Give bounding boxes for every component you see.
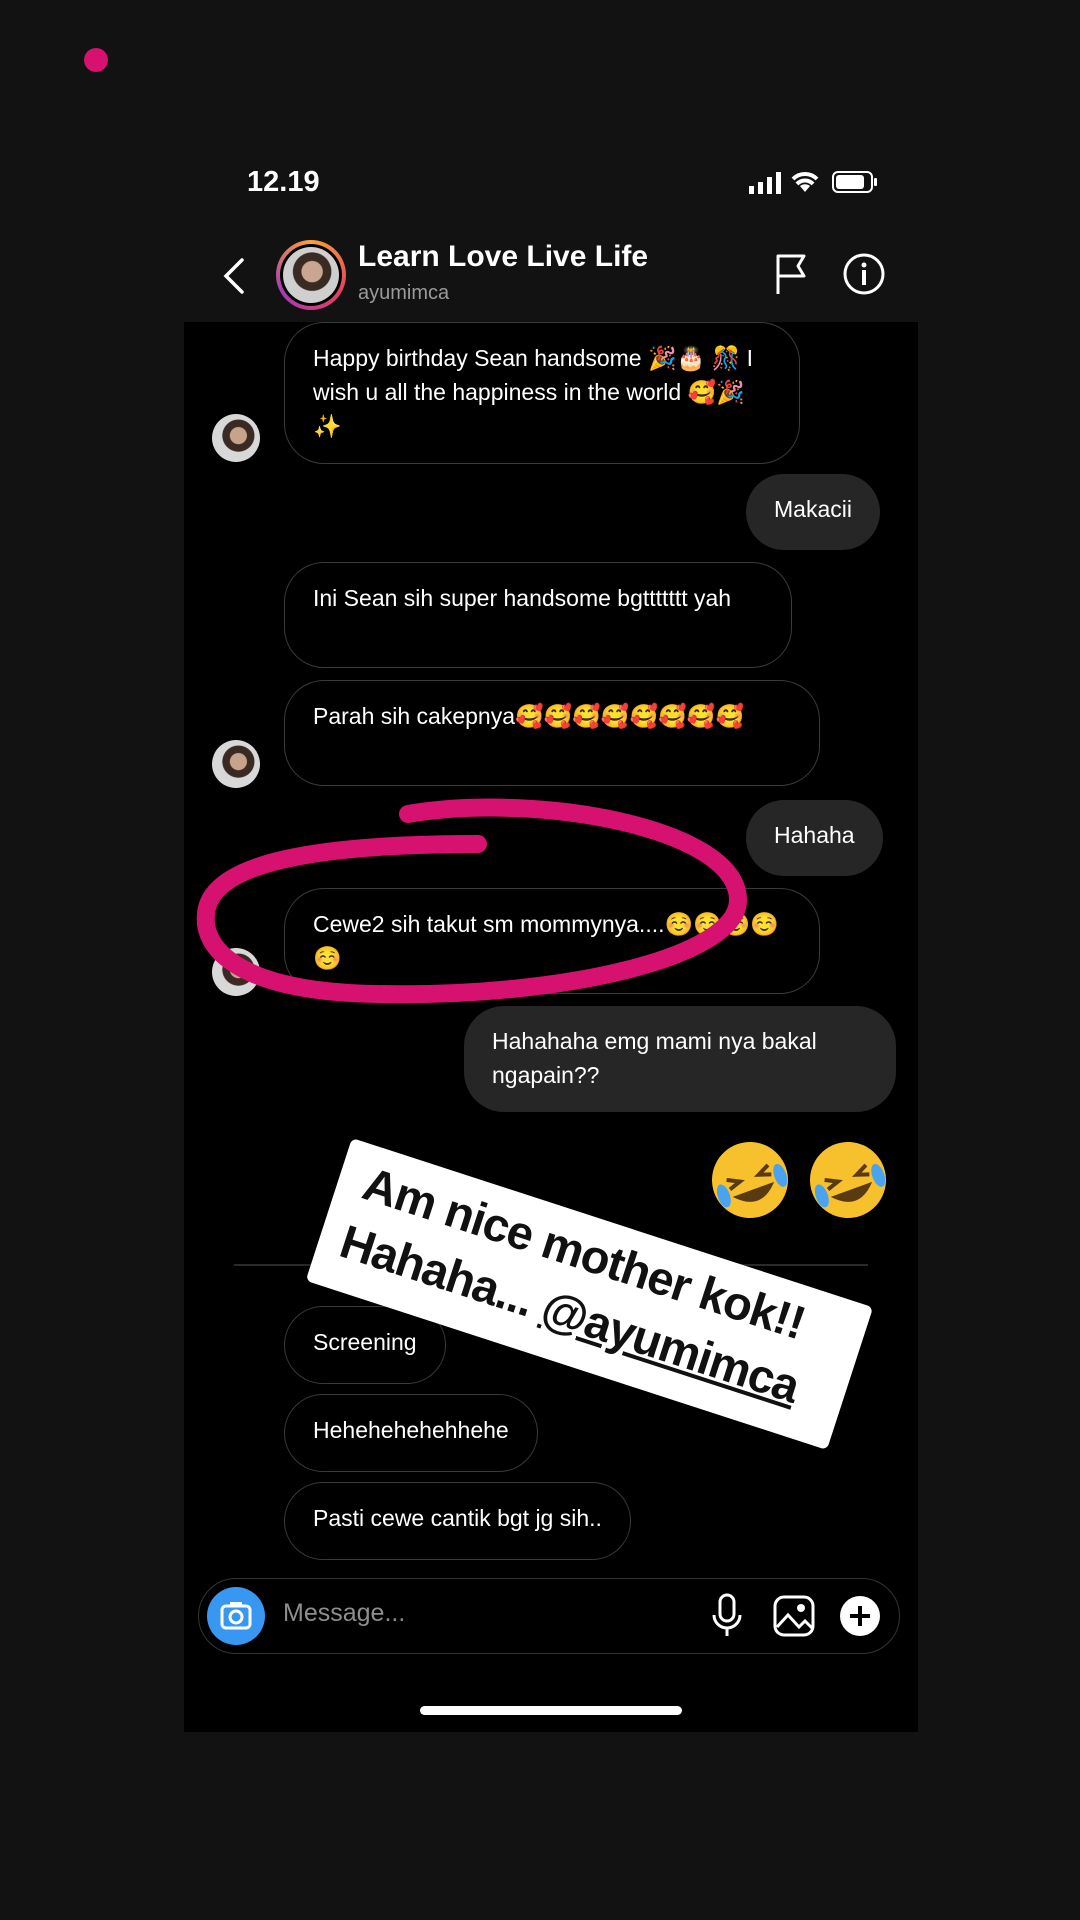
battery-icon (832, 171, 877, 193)
microphone-icon[interactable] (711, 1593, 743, 1639)
rofl-emoji (712, 1142, 788, 1218)
status-time: 12.19 (247, 166, 320, 198)
message-composer: Message... (198, 1578, 900, 1654)
sender-avatar[interactable] (212, 414, 260, 462)
message-outgoing[interactable]: Makacii (746, 474, 880, 550)
wifi-icon (791, 172, 819, 192)
back-icon[interactable] (220, 256, 248, 296)
message-incoming[interactable]: Parah sih cakepnya🥰🥰🥰🥰🥰🥰🥰🥰 (284, 680, 820, 786)
story-dot (84, 48, 108, 72)
status-bar: 12.19 (184, 140, 918, 230)
chat-header: Learn Love Live Life ayumimca (184, 230, 918, 322)
message-incoming[interactable]: Pasti cewe cantik bgt jg sih.. (284, 1482, 631, 1560)
avatar[interactable] (276, 240, 346, 310)
gallery-icon[interactable] (773, 1595, 815, 1637)
flag-icon[interactable] (774, 252, 808, 296)
camera-button[interactable] (207, 1587, 265, 1645)
sender-avatar[interactable] (212, 740, 260, 788)
rofl-emoji (810, 1142, 886, 1218)
message-input[interactable]: Message... (283, 1599, 405, 1628)
message-incoming[interactable]: Happy birthday Sean handsome 🎉🎂 🎊 I wish… (284, 322, 800, 464)
info-icon[interactable] (842, 252, 886, 296)
plus-icon[interactable] (839, 1595, 881, 1637)
message-outgoing[interactable]: Hahahaha emg mami nya bakal ngapain?? (464, 1006, 896, 1112)
chat-username: ayumimca (358, 282, 450, 304)
chat-title[interactable]: Learn Love Live Life (358, 240, 648, 274)
message-incoming[interactable]: Ini Sean sih super handsome bgttttttt ya… (284, 562, 792, 668)
cellular-signal-icon (749, 172, 781, 194)
phone-screen: 12.19 Learn Love Live Life ayumimca Happ… (184, 140, 918, 1732)
message-outgoing[interactable]: Hahaha (746, 800, 883, 876)
home-indicator[interactable] (420, 1706, 682, 1715)
message-incoming[interactable]: Hehehehehehhehe (284, 1394, 538, 1472)
camera-icon (220, 1602, 252, 1630)
highlight-scribble (196, 798, 748, 1004)
